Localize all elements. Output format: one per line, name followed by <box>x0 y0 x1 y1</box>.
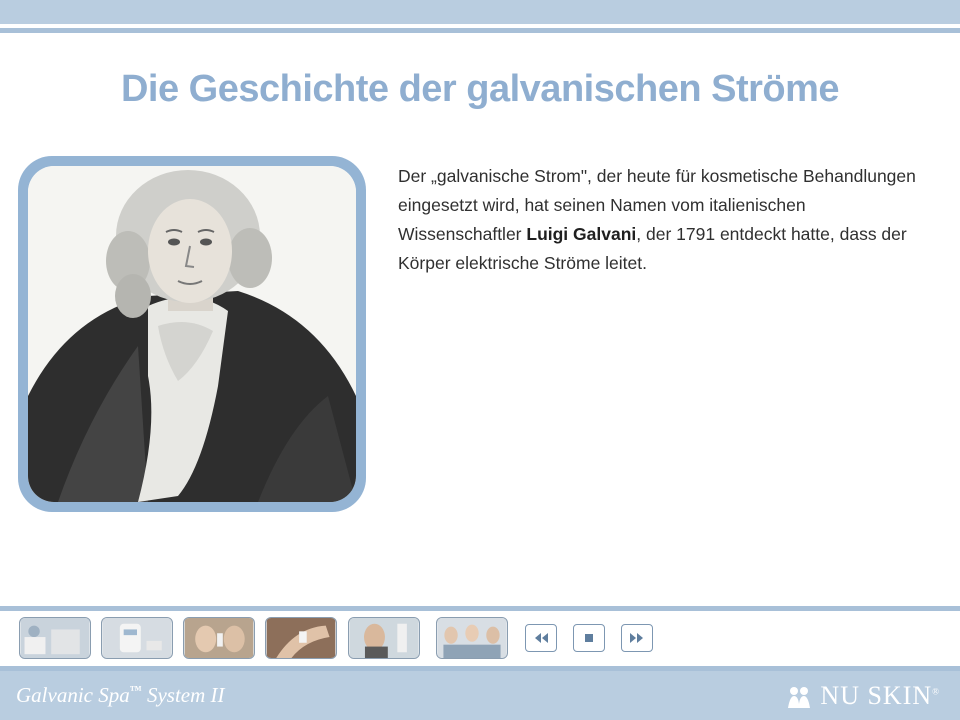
fast-forward-button[interactable] <box>621 624 653 652</box>
logo-text: NU SKIN® <box>820 681 940 711</box>
bottom-divider <box>0 606 960 611</box>
man-treatment-thumbnail <box>349 618 419 658</box>
product-brand: Galvanic Spa™ System II <box>16 683 225 708</box>
thumbnail-woman-face-treatment[interactable] <box>183 617 255 659</box>
rewind-icon <box>535 633 548 643</box>
group-women-thumbnail <box>437 618 507 658</box>
thumbnail-galvanic-unit[interactable] <box>101 617 173 659</box>
portrait-frame <box>18 156 366 512</box>
brand-suffix: System II <box>141 683 225 707</box>
spa-device-thumbnail <box>20 618 90 658</box>
stop-icon <box>585 634 593 642</box>
intro-paragraph: Der „galvanische Strom", der heute für k… <box>398 162 918 278</box>
thumbnail-spa-device[interactable] <box>19 617 91 659</box>
nu-skin-emblem-icon <box>788 687 811 708</box>
galvanic-unit-thumbnail <box>102 618 172 658</box>
fast-forward-icon <box>630 633 643 643</box>
arm-treatment-thumbnail <box>266 618 336 658</box>
thumbnail-man-treatment[interactable] <box>348 617 420 659</box>
portrait-illustration <box>28 166 356 502</box>
stop-button[interactable] <box>573 624 605 652</box>
thumbnail-arm-treatment[interactable] <box>265 617 337 659</box>
brand-name: Galvanic Spa <box>16 683 130 707</box>
footer-bar: Galvanic Spa™ System II NU SKIN® <box>0 671 960 720</box>
thumbnail-group-women[interactable] <box>436 617 508 659</box>
woman-face-treatment-thumbnail <box>184 618 254 658</box>
company-logo: NU SKIN® <box>786 681 940 711</box>
top-divider <box>0 28 960 33</box>
registered-mark: ® <box>932 686 940 697</box>
galvani-portrait <box>28 166 356 502</box>
trademark-mark: ™ <box>129 683 142 697</box>
scientist-name: Luigi Galvani <box>526 224 637 244</box>
logo-wordmark: NU SKIN <box>820 681 933 710</box>
rewind-button[interactable] <box>525 624 557 652</box>
slide-title: Die Geschichte der galvanischen Ströme <box>120 68 840 110</box>
top-band <box>0 0 960 24</box>
